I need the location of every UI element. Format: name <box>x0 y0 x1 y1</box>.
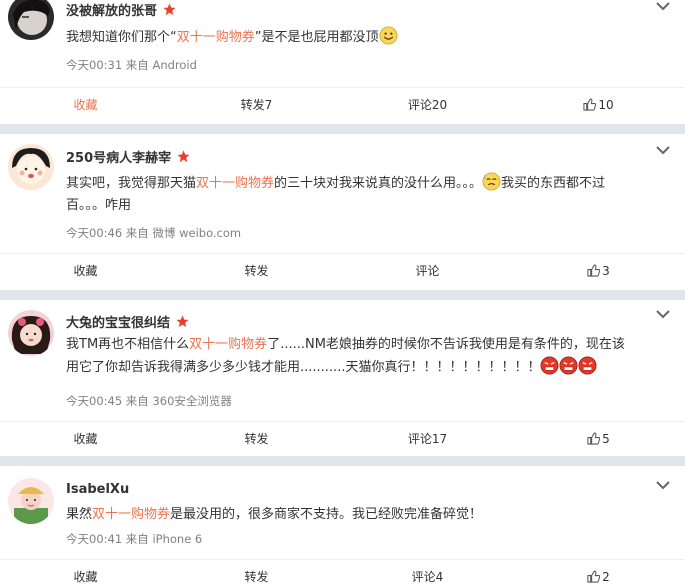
text-segment: 其实吧，我觉得那天猫 <box>66 176 197 191</box>
like-count: 3 <box>602 263 610 278</box>
favorite-button[interactable]: 收藏 <box>0 88 171 121</box>
star-badge-icon[interactable] <box>163 2 176 16</box>
avatar[interactable] <box>8 144 54 190</box>
like-button[interactable]: 2 <box>513 560 684 584</box>
chevron-down-icon[interactable] <box>655 479 671 491</box>
sweat-emoji-icon <box>482 172 501 191</box>
chevron-down-icon[interactable] <box>655 144 671 156</box>
text-segment: 我买的东西都不过 <box>501 176 606 191</box>
username[interactable]: 没被解放的张哥 <box>66 0 157 19</box>
thumbs-up-icon <box>587 432 601 445</box>
text-segment: 用它了你却告诉我得满多少多少钱才能用...........天猫你真行！！！！！！… <box>66 360 541 375</box>
star-badge-icon[interactable] <box>176 314 189 328</box>
action-bar: 收藏 转发 评论4 2 <box>0 559 685 584</box>
separator <box>0 456 685 466</box>
like-button[interactable]: 5 <box>513 422 684 455</box>
post-meta: 今天00:31 来自 Android <box>66 58 197 72</box>
chevron-down-icon[interactable] <box>655 308 671 320</box>
highlight-keyword[interactable]: 双十一购物券 <box>92 507 170 522</box>
like-button[interactable]: 10 <box>513 88 684 121</box>
avatar[interactable] <box>8 0 54 40</box>
highlight-keyword[interactable]: 双十一购物券 <box>196 176 274 191</box>
chevron-down-icon[interactable] <box>655 0 671 12</box>
thumbs-up-icon <box>587 570 601 583</box>
username[interactable]: 250号病人李赫宰 <box>66 147 171 166</box>
comment-text: 果然双十一购物券是最没用的，很多商家不支持。我已经败完准备碎觉！ <box>66 504 666 526</box>
username-row: 250号病人李赫宰 <box>66 146 190 166</box>
post-meta: 今天00:46 来自 微博 weibo.com <box>66 226 242 240</box>
repost-button[interactable]: 转发 <box>171 422 342 455</box>
angry-emoji-icon <box>578 356 597 375</box>
angry-emoji-icon <box>559 356 578 375</box>
username-row: IsabelXu <box>66 479 129 499</box>
username[interactable]: IsabelXu <box>66 482 129 497</box>
favorite-button[interactable]: 收藏 <box>0 254 171 287</box>
comment-card-2: 250号病人李赫宰 其实吧，我觉得那天猫双十一购物券的三十块对我来说真的没什么用… <box>0 134 685 290</box>
angry-emoji-icon <box>540 356 559 375</box>
comment-card-3: 大兔的宝宝很纠结 我TM再也不相信什么双十一购物券了......NM老娘抽券的时… <box>0 300 685 456</box>
text-segment: 百。。。咋用 <box>66 198 132 213</box>
action-bar: 收藏 转发 评论17 5 <box>0 421 685 455</box>
comment-button[interactable]: 评论17 <box>342 422 513 455</box>
star-badge-icon[interactable] <box>177 149 190 163</box>
favorite-button[interactable]: 收藏 <box>0 560 171 584</box>
repost-button[interactable]: 转发7 <box>171 88 342 121</box>
separator <box>0 290 685 300</box>
repost-button[interactable]: 转发 <box>171 560 342 584</box>
post-meta: 今天00:41 来自 iPhone 6 <box>66 532 203 546</box>
comment-button[interactable]: 评论20 <box>342 88 513 121</box>
highlight-keyword[interactable]: 双十一购物券 <box>189 337 267 352</box>
like-button[interactable]: 3 <box>513 254 684 287</box>
username-row: 大兔的宝宝很纠结 <box>66 311 189 331</box>
highlight-keyword[interactable]: 双十一购物券 <box>177 30 255 45</box>
thumbs-up-icon <box>583 98 597 111</box>
comment-button[interactable]: 评论 <box>342 254 513 287</box>
comment-card-4: IsabelXu 果然双十一购物券是最没用的，很多商家不支持。我已经败完准备碎觉… <box>0 466 685 584</box>
text-segment: ”是不是也屁用都没顶 <box>254 30 379 45</box>
comment-card-1: 没被解放的张哥 我想知道你们那个“双十一购物券”是不是也屁用都没顶 今天00:3… <box>0 0 685 124</box>
action-bar: 收藏 转发 评论 3 <box>0 253 685 287</box>
repost-button[interactable]: 转发 <box>171 254 342 287</box>
text-segment: 果然 <box>66 507 93 522</box>
text-segment: 我TM再也不相信什么 <box>66 337 190 352</box>
smile-emoji-icon <box>378 26 398 45</box>
favorite-button[interactable]: 收藏 <box>0 422 171 455</box>
text-segment: 了......NM老娘抽券的时候你不告诉我使用是有条件的，现在该 <box>267 337 625 352</box>
username[interactable]: 大兔的宝宝很纠结 <box>66 312 170 331</box>
like-count: 10 <box>598 97 614 112</box>
text-segment: 的三十块对我来说真的没什么用。。。 <box>274 176 483 191</box>
avatar[interactable] <box>8 478 54 524</box>
action-bar: 收藏 转发7 评论20 10 <box>0 87 685 121</box>
avatar[interactable] <box>8 310 54 356</box>
thumbs-up-icon <box>587 264 601 277</box>
comment-text: 我TM再也不相信什么双十一购物券了......NM老娘抽券的时候你不告诉我使用是… <box>66 334 678 379</box>
like-count: 5 <box>602 431 610 446</box>
comment-text: 我想知道你们那个“双十一购物券”是不是也屁用都没顶 <box>66 26 666 49</box>
comment-button[interactable]: 评论4 <box>342 560 513 584</box>
like-count: 2 <box>602 569 610 584</box>
separator <box>0 124 685 134</box>
text-segment: 我想知道你们那个“ <box>66 30 177 45</box>
text-segment: 是最没用的，很多商家不支持。我已经败完准备碎觉！ <box>170 507 483 522</box>
comment-text: 其实吧，我觉得那天猫双十一购物券的三十块对我来说真的没什么用。。。 我买的东西都不… <box>66 172 666 217</box>
post-meta: 今天00:45 来自 360安全浏览器 <box>66 394 232 408</box>
username-row: 没被解放的张哥 <box>66 0 176 19</box>
